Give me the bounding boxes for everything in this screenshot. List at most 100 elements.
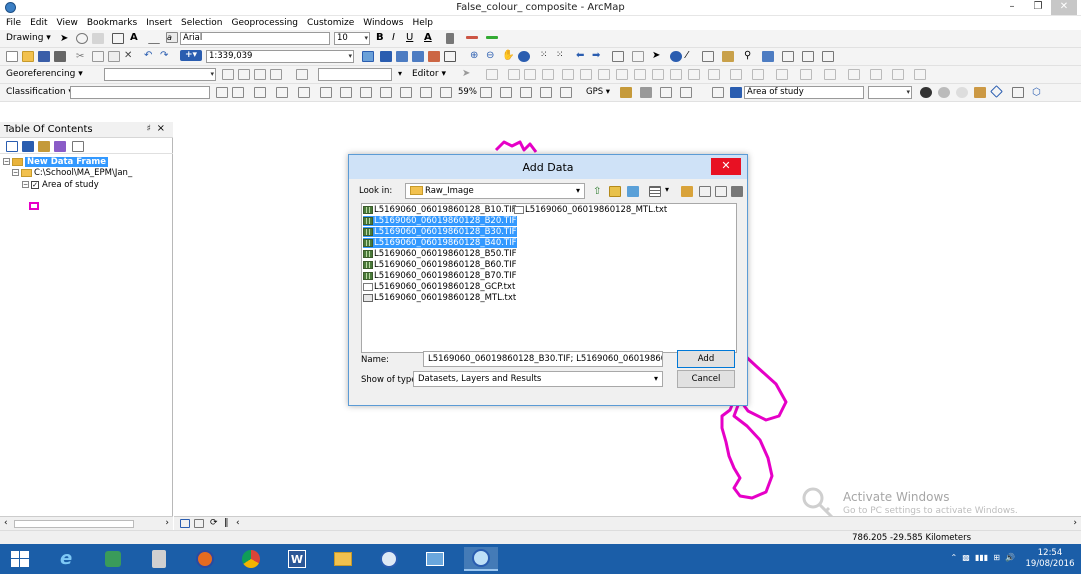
split-tool-icon[interactable] — [634, 69, 646, 80]
toolbar-options-icon[interactable]: ▾ — [398, 69, 410, 80]
back-extent-icon[interactable]: ⬅ — [576, 50, 588, 61]
viewer-icon[interactable] — [296, 69, 308, 80]
list-item[interactable]: L5169060_06019860128_B70.TIF — [363, 271, 517, 281]
data-frame-label[interactable]: New Data Frame — [25, 157, 109, 167]
menu-bookmarks[interactable]: Bookmarks — [87, 18, 137, 28]
layer-visibility-checkbox[interactable]: ✓ — [31, 180, 39, 189]
geometric-network-icon[interactable] — [870, 69, 882, 80]
catalog-window-icon[interactable] — [396, 51, 408, 62]
list-by-drawing-order-icon[interactable] — [6, 141, 18, 152]
cogo-icon[interactable] — [800, 69, 812, 80]
taskbar-word[interactable]: W — [280, 547, 314, 571]
search-window-icon[interactable] — [412, 51, 424, 62]
add-control-points-icon[interactable] — [254, 69, 266, 80]
gps-position-icon[interactable] — [660, 87, 672, 98]
effects-layer-dropdown[interactable]: ▾ — [868, 86, 912, 99]
list-item[interactable]: L5169060_06019860128_B50.TIF — [363, 249, 517, 259]
edit-annotation-icon[interactable] — [486, 69, 498, 80]
gps-log-icon[interactable] — [640, 87, 652, 98]
toc-window-icon[interactable] — [380, 51, 392, 62]
toc-options-icon[interactable] — [72, 141, 84, 152]
scroll-right-icon[interactable]: › — [165, 518, 169, 528]
shift-raster-icon[interactable] — [238, 69, 250, 80]
select-element-icon[interactable]: ➤ — [652, 50, 664, 61]
flicker-icon[interactable] — [380, 87, 392, 98]
drawing-menu[interactable]: Drawing ▾ — [6, 33, 51, 43]
underline-button[interactable]: U — [406, 32, 418, 43]
pause-drawing-icon[interactable]: ‖ — [224, 518, 229, 528]
edit-tool-icon[interactable]: ➤ — [462, 68, 474, 79]
end-point-arc-icon[interactable] — [524, 69, 536, 80]
data-view-icon[interactable] — [180, 519, 190, 528]
sketch-properties-icon[interactable] — [688, 69, 700, 80]
view-menu-icon[interactable] — [649, 186, 661, 197]
map-scale-combo[interactable]: 1:339,039 ▾ — [206, 50, 354, 63]
list-item[interactable]: L5169060_06019860128_B40.TIF — [363, 238, 517, 248]
time-slider-icon[interactable] — [802, 51, 814, 62]
zoom-percent[interactable]: 59% — [458, 87, 477, 97]
histogram-icon[interactable] — [276, 87, 288, 98]
go-to-xy-icon[interactable] — [782, 51, 794, 62]
connect-to-folder-icon[interactable] — [627, 186, 639, 197]
list-item[interactable]: L5169060_06019860128_MTL.txt — [514, 205, 667, 215]
menu-help[interactable]: Help — [412, 18, 433, 28]
zoom-out-icon[interactable]: ⊖ — [486, 50, 498, 61]
paste-icon[interactable] — [108, 51, 120, 62]
select-elements-icon[interactable]: ➤ — [60, 33, 72, 44]
layer-label[interactable]: Area of study — [42, 180, 99, 190]
up-one-level-icon[interactable]: ⇧ — [593, 186, 605, 197]
layer-transparency-icon[interactable] — [440, 87, 452, 98]
fixed-zoom-out-icon[interactable]: ⁙ — [556, 50, 568, 61]
folder-path-label[interactable]: C:\School\MA_EPM\Jan_ — [34, 168, 132, 178]
close-window-button[interactable]: ✕ — [1051, 0, 1077, 15]
taskbar-firefox[interactable] — [188, 547, 222, 571]
print-icon[interactable] — [54, 51, 66, 62]
layout-change-icon[interactable] — [520, 87, 532, 98]
list-item[interactable]: L5169060_06019860128_B20.TIF — [363, 216, 517, 226]
list-item[interactable]: L5169060_06019860128_B60.TIF — [363, 260, 517, 270]
list-by-selection-icon[interactable] — [54, 141, 66, 152]
effects-menu-icon[interactable] — [712, 87, 724, 98]
add-data-icon[interactable]: +▾ — [180, 50, 202, 61]
pan-icon[interactable]: ✋ — [502, 50, 514, 61]
bold-button[interactable]: B — [376, 32, 388, 43]
copy-icon[interactable] — [92, 51, 104, 62]
menu-windows[interactable]: Windows — [363, 18, 403, 28]
layout-toggle-icon[interactable] — [500, 87, 512, 98]
toc-close-icon[interactable]: × — [157, 123, 165, 134]
taskbar-calculator[interactable] — [142, 547, 176, 571]
layout-zoom-icon[interactable] — [480, 87, 492, 98]
effects-icon[interactable] — [340, 87, 352, 98]
collapse-icon[interactable]: − — [12, 169, 19, 176]
topology-icon[interactable] — [730, 69, 742, 80]
map-scroll-left-icon[interactable]: ‹ — [236, 518, 240, 528]
add-button[interactable]: Add — [677, 350, 735, 368]
list-by-source-icon[interactable] — [22, 141, 34, 152]
view-link-table-icon[interactable] — [270, 69, 282, 80]
marker-color-icon[interactable] — [486, 36, 498, 39]
zoom-whole-page-icon[interactable] — [92, 33, 104, 44]
font-size-combo[interactable]: 10 ▾ — [334, 32, 370, 45]
properties-icon[interactable] — [731, 186, 743, 197]
layout-data-driven-icon[interactable] — [560, 87, 572, 98]
line-color-icon[interactable] — [466, 36, 478, 39]
navigate-icon[interactable]: ⬡ — [1032, 87, 1044, 98]
scatterplot-icon[interactable] — [298, 87, 310, 98]
layout-view-icon[interactable] — [194, 519, 204, 528]
python-window-icon[interactable] — [444, 51, 456, 62]
create-features-icon[interactable] — [708, 69, 720, 80]
list-item[interactable]: L5169060_06019860128_GCP.txt — [363, 282, 515, 292]
hyperlink-icon[interactable] — [722, 51, 734, 62]
menu-edit[interactable]: Edit — [30, 18, 47, 28]
advanced-editing-icon[interactable] — [824, 69, 836, 80]
dialog-close-button[interactable]: ✕ — [711, 158, 741, 175]
classification-tool-icon[interactable] — [254, 87, 266, 98]
pin-icon[interactable]: ♯ — [147, 124, 151, 134]
name-input[interactable]: L5169060_06019860128_B30.TIF; L5169060_0… — [423, 351, 663, 367]
font-name-combo[interactable]: Arial — [180, 32, 330, 45]
swipe-icon[interactable] — [360, 87, 372, 98]
forward-extent-icon[interactable]: ➡ — [592, 50, 604, 61]
catalog-view-icon[interactable] — [699, 186, 711, 197]
menu-customize[interactable]: Customize — [307, 18, 354, 28]
find-icon[interactable]: ⚲ — [744, 50, 756, 61]
